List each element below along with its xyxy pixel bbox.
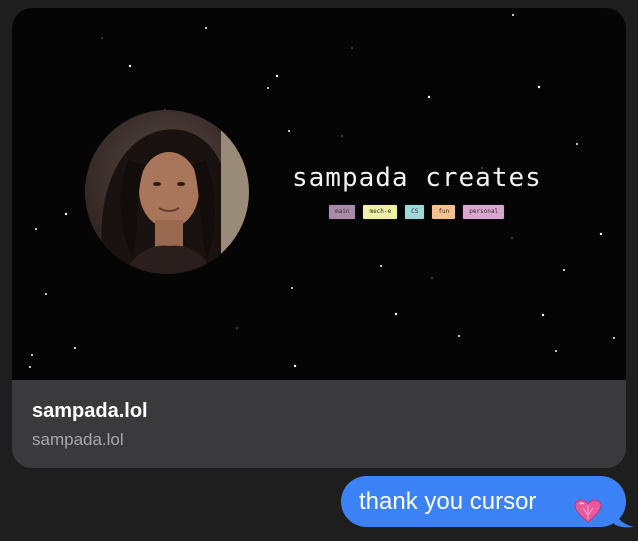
link-title: sampada.lol — [32, 400, 148, 422]
tag-main: main — [328, 204, 357, 220]
profile-photo — [85, 110, 249, 274]
tag-personal: personal — [462, 204, 506, 220]
link-preview-image: sampada creates main mech-e CS fun perso… — [12, 8, 626, 380]
tag-mech-e: mech-e — [362, 204, 399, 220]
message-text: thank you cursor — [359, 488, 537, 515]
link-url: sampada.lol — [32, 430, 124, 449]
tag-fun: fun — [431, 204, 457, 220]
link-preview-meta: sampada.lol sampada.lol — [12, 380, 626, 468]
tag-cs: CS — [404, 204, 426, 220]
site-title: sampada creates — [292, 163, 542, 193]
pink-heart-icon — [574, 490, 602, 541]
bubble-tail — [614, 508, 634, 528]
message-bubble[interactable]: thank you cursor — [341, 476, 626, 527]
tag-list: main mech-e CS fun personal — [328, 204, 506, 220]
link-preview-card[interactable]: sampada creates main mech-e CS fun perso… — [12, 8, 626, 468]
